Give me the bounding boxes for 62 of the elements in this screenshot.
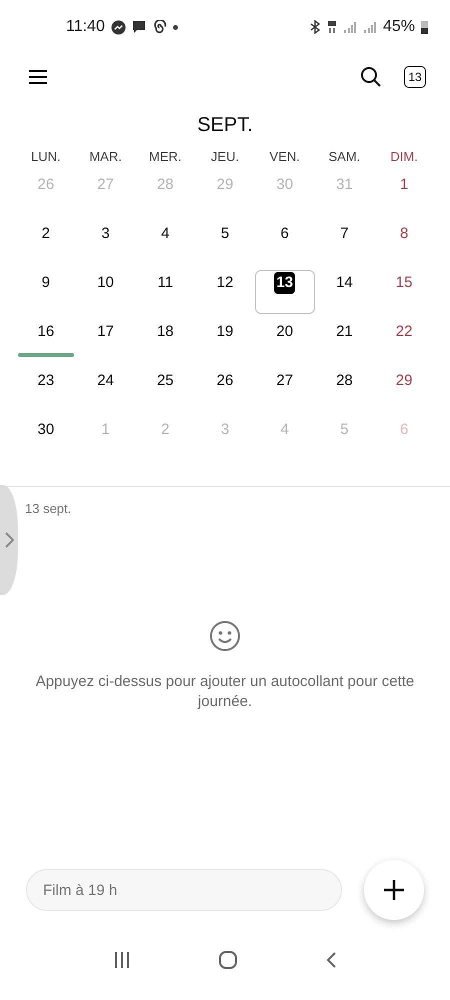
calendar-date[interactable]: 20 — [274, 321, 296, 343]
calendar-date[interactable]: 29 — [394, 370, 414, 392]
chat-icon — [132, 20, 146, 34]
back-icon — [324, 951, 337, 969]
calendar-date[interactable]: 30 — [36, 419, 56, 441]
calendar-date[interactable]: 6 — [278, 223, 291, 245]
calendar-date[interactable]: 21 — [334, 321, 355, 343]
plus-icon — [383, 879, 405, 901]
calendar-date[interactable]: 28 — [334, 370, 355, 392]
search-icon — [360, 66, 382, 88]
recents-icon — [113, 951, 132, 969]
calendar-date[interactable]: 23 — [36, 370, 56, 392]
calendar-date[interactable]: 27 — [274, 370, 296, 392]
bluetooth-icon — [308, 20, 321, 34]
clock: 11:40 — [66, 18, 105, 36]
calendar-date[interactable]: 8 — [398, 223, 410, 245]
weekday-label: JEU. — [210, 148, 240, 166]
calendar-date[interactable]: 7 — [338, 223, 351, 245]
weekday-label: DIM. — [389, 148, 419, 166]
calendar-date[interactable]: 1 — [398, 174, 410, 196]
add-button[interactable] — [364, 860, 424, 920]
calendar-date[interactable]: 4 — [159, 223, 172, 245]
weekday-label: LUN. — [30, 148, 62, 166]
calendar-date[interactable]: 9 — [40, 272, 52, 294]
smiley-icon[interactable] — [209, 620, 241, 652]
empty-message: Appuyez ci-dessus pour ajouter un autocollant pour cette journée. — [34, 672, 416, 712]
calendar-date[interactable]: 19 — [214, 321, 236, 343]
calendar-date[interactable]: 24 — [95, 370, 116, 392]
calendar-date[interactable]: 14 — [334, 272, 355, 294]
today-date[interactable]: 13 — [274, 272, 296, 294]
chevron-right-icon — [5, 532, 14, 548]
calendar-date[interactable]: 25 — [154, 370, 176, 392]
network-icon — [326, 20, 337, 34]
battery-percent: 45% — [382, 18, 415, 36]
calendar-date[interactable]: 10 — [95, 272, 116, 294]
weekday-label: MER. — [148, 148, 183, 166]
calendar-date[interactable]: 2 — [40, 223, 52, 245]
month-title: SEPT. — [196, 114, 254, 138]
menu-icon — [28, 69, 48, 85]
dot-icon — [172, 24, 178, 30]
calendar-date[interactable]: 11 — [155, 272, 176, 294]
calendar-date[interactable]: 17 — [95, 321, 116, 343]
today-button[interactable]: 13 — [404, 66, 426, 88]
calendar-date[interactable]: 22 — [394, 321, 414, 343]
calendar-date[interactable]: 18 — [154, 321, 176, 343]
signal-icon — [362, 20, 377, 34]
home-icon — [218, 950, 238, 970]
weekday-label: SAM. — [328, 148, 362, 166]
swirl-icon — [152, 20, 167, 34]
selected-date: 13 sept. — [25, 501, 72, 516]
calendar-date[interactable]: 16 — [36, 321, 56, 343]
battery-icon — [421, 20, 428, 34]
calendar-date[interactable]: 3 — [99, 223, 112, 245]
calendar-date[interactable]: 5 — [218, 223, 232, 245]
calendar-date[interactable]: 15 — [394, 272, 414, 294]
signal-icon — [342, 20, 357, 34]
messenger-icon — [110, 20, 126, 34]
calendar-date[interactable]: 26 — [214, 370, 236, 392]
calendar-date[interactable]: 12 — [214, 272, 236, 294]
quick-add-field[interactable]: Film à 19 h — [26, 869, 342, 911]
weekday-label: MAR. — [88, 148, 123, 166]
weekday-label: VEN. — [268, 148, 301, 166]
